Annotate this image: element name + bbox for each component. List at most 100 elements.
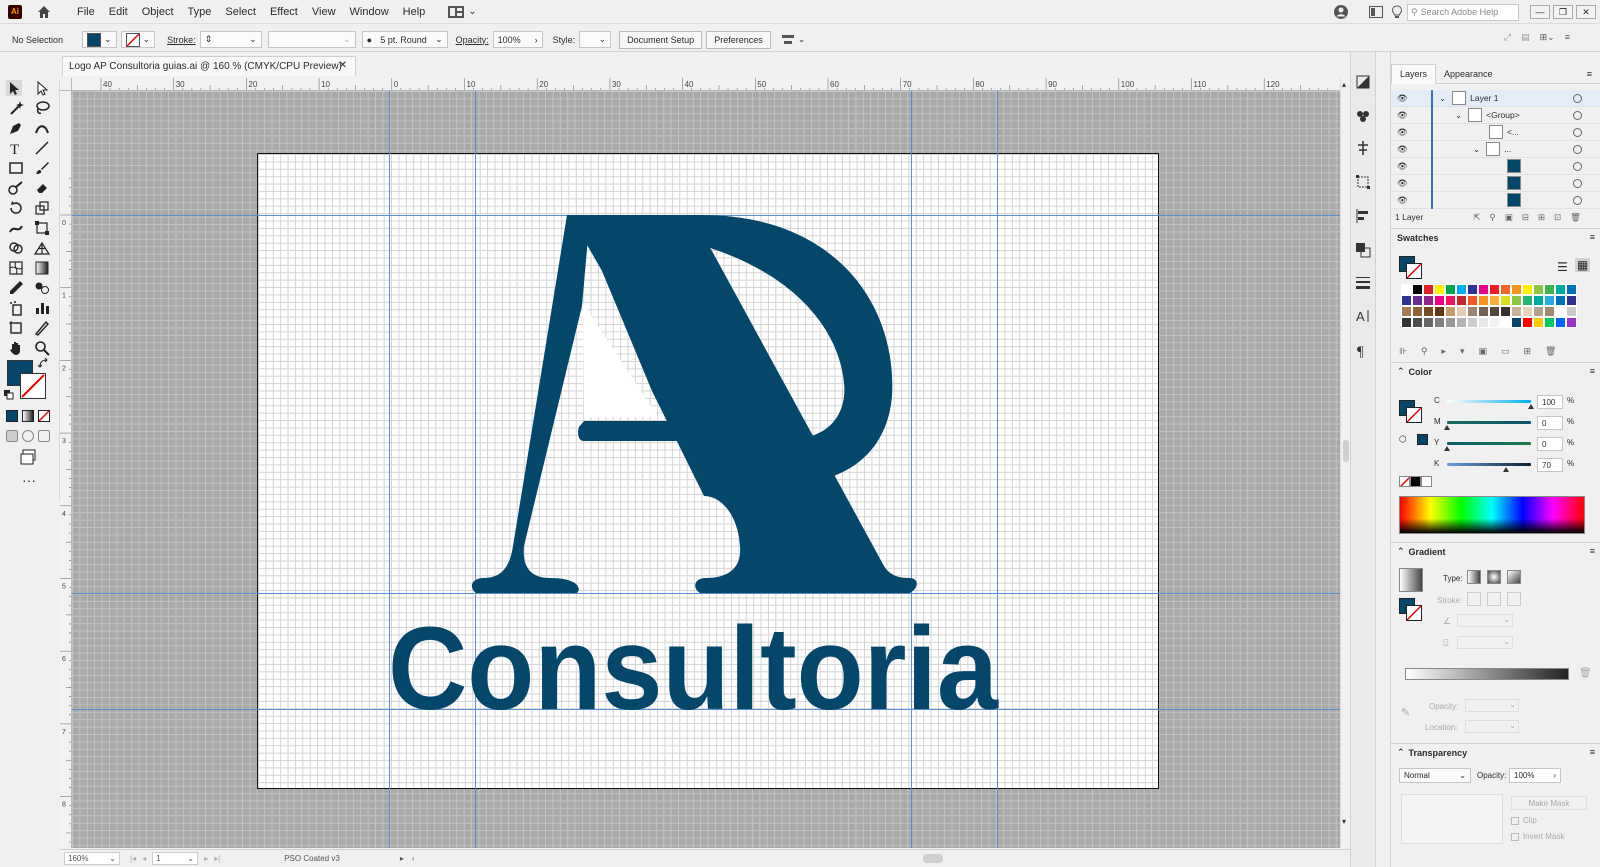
black-swatch[interactable]	[1410, 476, 1421, 487]
layer-row[interactable]: 👁 ⌄ Layer 1	[1391, 90, 1600, 107]
color-swatch[interactable]	[1467, 317, 1478, 328]
magic-wand-tool-icon[interactable]	[8, 100, 24, 116]
color-swatch[interactable]	[1555, 306, 1566, 317]
horizontal-ruler[interactable]: 40 30 20 10 0 10 20 30 40 50 60 70 80 90 100 110 120	[72, 78, 1340, 91]
color-swatch[interactable]	[1533, 306, 1544, 317]
color-swatch[interactable]	[1456, 284, 1467, 295]
workspace-switcher[interactable]: ⌄	[448, 5, 477, 18]
color-swatch[interactable]	[1456, 295, 1467, 306]
variable-width-profile[interactable]: ⌄	[267, 31, 356, 48]
color-swatch[interactable]	[1401, 295, 1412, 306]
layer-row[interactable]: 👁	[1391, 175, 1600, 192]
shaper-tool-icon[interactable]	[8, 180, 24, 196]
gradient-aspect-input[interactable]: ⌄	[1457, 636, 1513, 649]
color-swatch[interactable]	[1500, 317, 1511, 328]
color-swatch[interactable]	[1489, 295, 1500, 306]
stroke-within-button[interactable]	[1467, 592, 1481, 606]
target-circle-icon[interactable]	[1573, 179, 1582, 188]
pathfinder-panel-icon[interactable]	[1355, 242, 1371, 258]
rotate-tool-icon[interactable]	[8, 200, 24, 216]
color-spectrum[interactable]	[1399, 496, 1585, 534]
draw-inside-button[interactable]	[38, 430, 50, 442]
menu-type[interactable]: Type	[181, 6, 219, 18]
swatch-fill-stroke[interactable]	[1399, 256, 1423, 280]
vertical-ruler[interactable]: 0 1 2 3 4 5 6 7 8	[60, 91, 72, 848]
radial-gradient-button[interactable]	[1487, 570, 1501, 584]
status-menu-icon[interactable]: ▸	[400, 854, 404, 863]
expand-chevron-icon[interactable]: ⌄	[1455, 110, 1462, 121]
color-swatch[interactable]	[1423, 284, 1434, 295]
scroll-down-icon[interactable]: ▾	[1342, 817, 1346, 826]
transparency-title[interactable]: Transparency	[1409, 748, 1468, 758]
web-safe-swatch[interactable]	[1417, 434, 1428, 445]
draw-behind-button[interactable]	[22, 430, 34, 442]
stroke-swatch[interactable]	[1406, 407, 1422, 423]
graphic-style-picker[interactable]: ⌄	[579, 31, 612, 48]
draw-normal-button[interactable]	[6, 430, 18, 442]
color-swatch[interactable]	[1445, 306, 1456, 317]
account-icon[interactable]	[1333, 4, 1349, 20]
layer-name[interactable]: <...	[1507, 127, 1519, 137]
color-swatch[interactable]	[1467, 295, 1478, 306]
menu-window[interactable]: Window	[343, 6, 396, 18]
eyedropper-icon[interactable]: ✎	[1401, 706, 1410, 719]
layer-row[interactable]: 👁 <...	[1391, 124, 1600, 141]
transform-icon[interactable]: ⤢	[1504, 32, 1511, 43]
channel-value-field[interactable]: 0	[1537, 437, 1563, 451]
stroke-weight-field[interactable]: ⇕ ⌄	[199, 31, 262, 48]
lasso-tool-icon[interactable]	[34, 100, 50, 116]
target-circle-icon[interactable]	[1573, 128, 1582, 137]
color-swatch[interactable]	[1544, 306, 1555, 317]
color-fill-stroke[interactable]	[1399, 400, 1423, 424]
arrange-icon[interactable]: ▤	[1521, 32, 1530, 43]
home-icon[interactable]	[36, 4, 52, 20]
color-swatch[interactable]	[1522, 295, 1533, 306]
align-icon[interactable]: ⊞⌄	[1540, 32, 1555, 43]
color-swatch[interactable]	[1500, 306, 1511, 317]
white-swatch[interactable]	[1421, 476, 1432, 487]
color-swatch[interactable]	[1566, 306, 1577, 317]
color-swatch[interactable]	[1478, 317, 1489, 328]
channel-value-field[interactable]: 0	[1537, 416, 1563, 430]
stroke-color-control[interactable]: ⌄	[120, 31, 156, 48]
color-swatch[interactable]	[1456, 317, 1467, 328]
color-swatch[interactable]	[1522, 284, 1533, 295]
menu-view[interactable]: View	[305, 6, 343, 18]
close-window-button[interactable]: ✕	[1576, 5, 1596, 19]
opacity-label[interactable]: Opacity:	[456, 35, 489, 45]
panel-menu-icon[interactable]: ≡	[1590, 232, 1595, 242]
visibility-eye-icon[interactable]: 👁	[1397, 178, 1409, 189]
clip-checkbox[interactable]: Clip	[1511, 816, 1537, 825]
layer-row[interactable]: 👁	[1391, 192, 1600, 209]
color-swatch[interactable]	[1500, 284, 1511, 295]
stroke-across-button[interactable]	[1507, 592, 1521, 606]
color-swatch[interactable]	[1412, 317, 1423, 328]
free-transform-tool-icon[interactable]	[34, 220, 50, 236]
tab-appearance[interactable]: Appearance	[1436, 64, 1501, 84]
collapse-icon[interactable]: ⌃	[1397, 747, 1405, 758]
color-swatch[interactable]	[1566, 284, 1577, 295]
none-swatch[interactable]	[1399, 476, 1410, 487]
document-tab[interactable]: Logo AP Consultoria guias.ai @ 160 % (CM…	[62, 56, 356, 76]
scale-tool-icon[interactable]	[34, 200, 50, 216]
visibility-eye-icon[interactable]: 👁	[1397, 144, 1409, 155]
selection-tool-icon[interactable]	[6, 80, 22, 96]
discover-lightbulb-icon[interactable]	[1391, 5, 1403, 19]
arrange-documents-icon[interactable]	[1369, 6, 1383, 18]
type-tool-icon[interactable]: T	[8, 140, 24, 156]
color-swatch[interactable]	[1500, 295, 1511, 306]
layer-name[interactable]: <Group>	[1486, 110, 1520, 120]
properties-panel-icon[interactable]	[1355, 74, 1371, 90]
gradient-location-input[interactable]: ⌄	[1465, 720, 1519, 733]
grid-view-icon[interactable]: ▦	[1575, 258, 1591, 272]
color-swatch[interactable]	[1511, 295, 1522, 306]
layer-name[interactable]: Layer 1	[1470, 93, 1498, 103]
target-circle-icon[interactable]	[1573, 162, 1582, 171]
perspective-grid-tool-icon[interactable]	[34, 240, 50, 256]
checkbox-icon[interactable]	[1511, 816, 1519, 825]
column-graph-tool-icon[interactable]	[34, 300, 50, 316]
channel-slider[interactable]	[1447, 400, 1531, 403]
direct-selection-tool-icon[interactable]	[34, 80, 50, 96]
stroke-along-button[interactable]	[1487, 592, 1501, 606]
line-segment-tool-icon[interactable]	[34, 140, 50, 156]
